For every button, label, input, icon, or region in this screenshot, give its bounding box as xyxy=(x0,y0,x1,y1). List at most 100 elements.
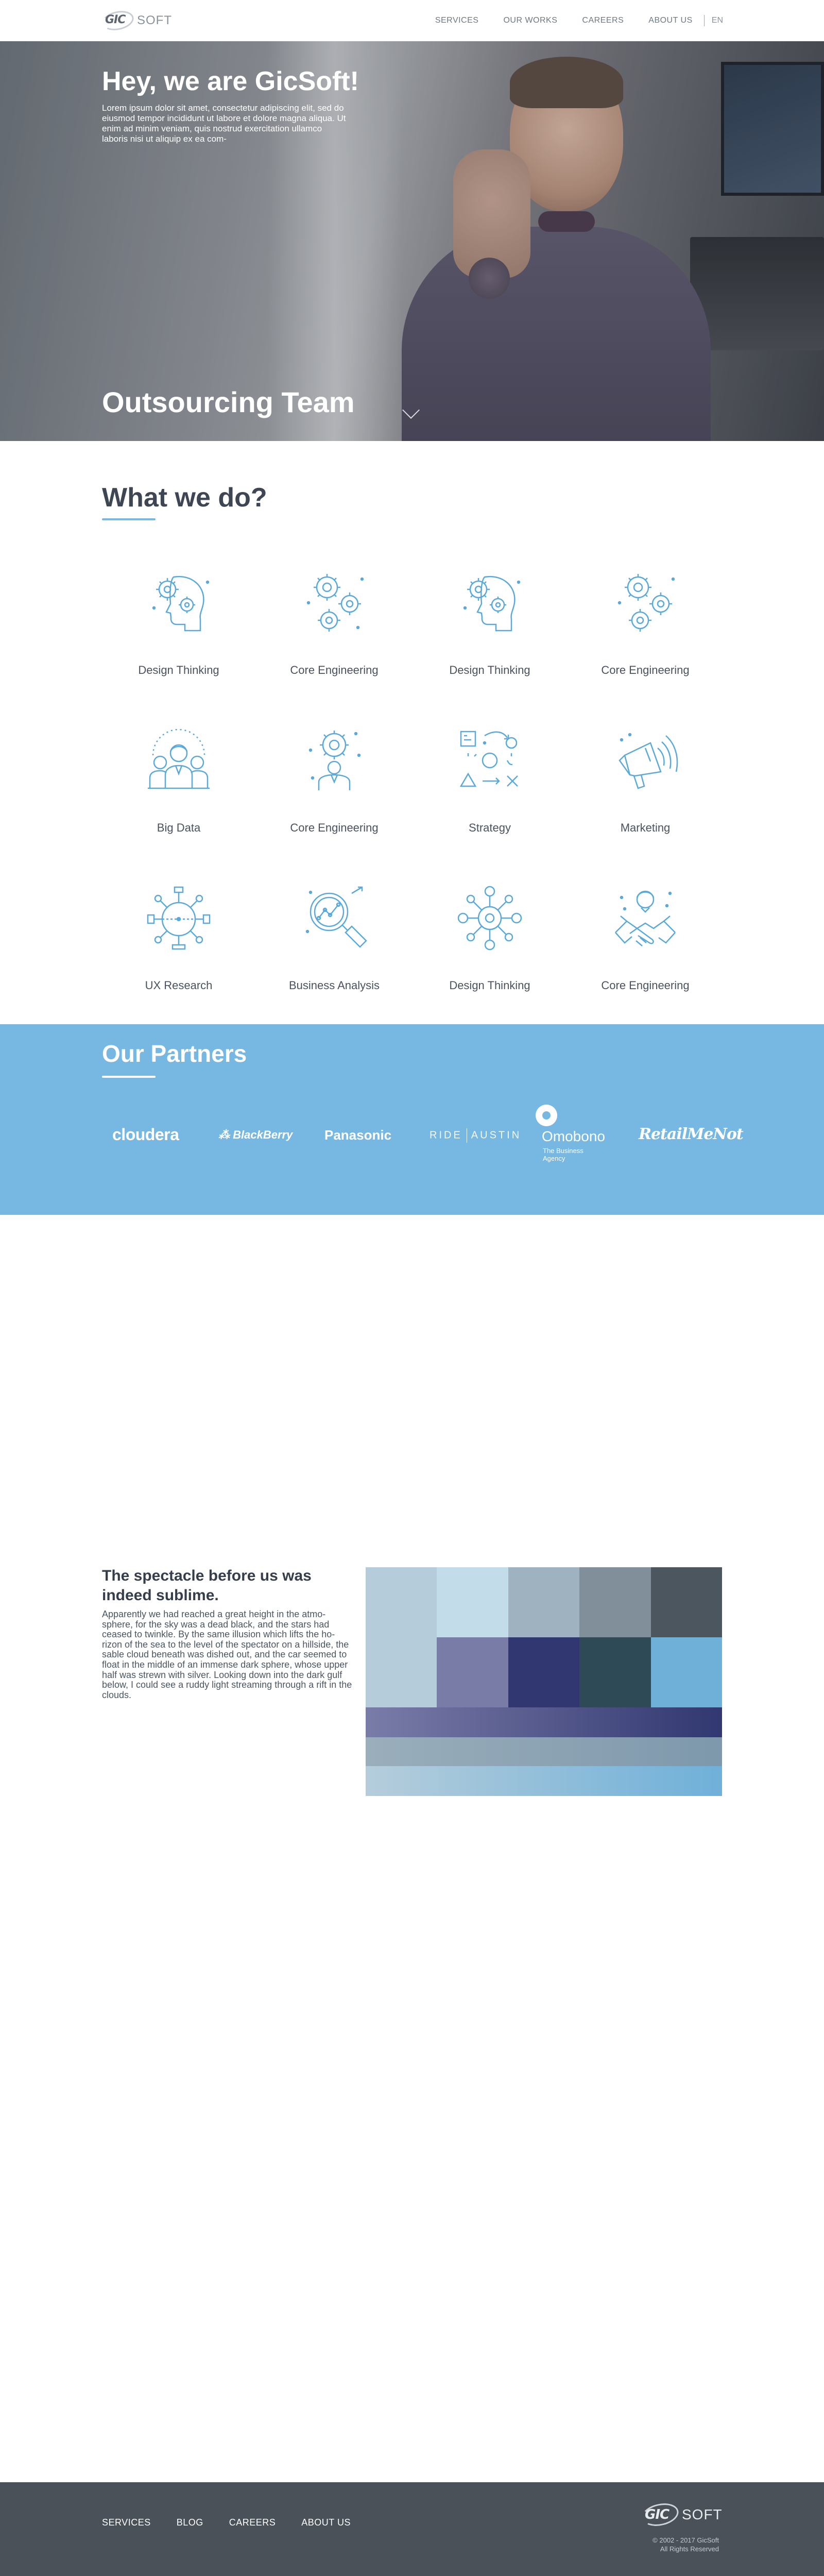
omobono-logo: Omobono The Business Agency xyxy=(536,1105,618,1166)
blackberry-logo-text: BlackBerry xyxy=(233,1128,293,1141)
head-gears-icon xyxy=(152,575,210,632)
cloudera-logo: cloudera xyxy=(112,1125,179,1144)
service-label: Strategy xyxy=(469,821,511,834)
footer-link-services[interactable]: SERVICES xyxy=(102,2517,151,2528)
palette-swatch xyxy=(651,1567,722,1637)
service-label: Core Engineering xyxy=(290,821,379,834)
nav-link-services[interactable]: SERVICES xyxy=(435,16,479,25)
service-label: Business Analysis xyxy=(288,979,380,992)
person-gear-icon xyxy=(308,731,361,790)
connections-icon xyxy=(457,886,522,951)
service-label: Core Engineering xyxy=(601,664,690,676)
nav-link-our-works[interactable]: OUR WORKS xyxy=(503,16,557,25)
head-gears-icon xyxy=(463,575,521,632)
palette-gradient-band xyxy=(366,1766,722,1796)
hero-overlay xyxy=(0,41,824,441)
logo-soft-text: SOFT xyxy=(137,13,172,27)
article-body: Apparently we had reached a great height… xyxy=(102,1609,352,1700)
palette-swatch xyxy=(651,1637,722,1707)
gears-icon xyxy=(617,574,675,632)
service-label: Core Engineering xyxy=(601,979,690,992)
partners-section: Our Partners cloudera ⁂ BlackBerry Panas… xyxy=(0,1024,824,1215)
hero-text: Lorem ipsum dolor sit amet, consectetur … xyxy=(102,103,346,144)
footer-logo-soft-text: SOFT xyxy=(682,2506,723,2522)
gears-icon xyxy=(306,574,364,632)
service-label: Design Thinking xyxy=(449,979,530,992)
copyright-line-2: All Rights Reserved xyxy=(660,2545,719,2553)
service-item[interactable]: Strategy xyxy=(412,714,568,869)
service-label: Core Engineering xyxy=(290,664,379,676)
copyright: © 2002 - 2017 GicSoft All Rights Reserve… xyxy=(616,2536,719,2553)
magnifier-chart-icon xyxy=(305,886,367,948)
what-we-do-underline xyxy=(102,518,156,520)
copyright-line-1: © 2002 - 2017 GicSoft xyxy=(653,2536,719,2544)
footer: SERVICES BLOG CAREERS ABOUT US GIC SOFT … xyxy=(0,2482,824,2576)
logo-gic-text: GIC xyxy=(105,13,126,26)
panasonic-logo: Panasonic xyxy=(324,1127,392,1143)
omobono-dot-icon xyxy=(536,1105,557,1126)
service-label: Marketing xyxy=(620,821,671,834)
what-we-do-title: What we do? xyxy=(102,483,267,513)
service-item[interactable]: Big Data xyxy=(101,714,256,869)
palette-swatch xyxy=(437,1637,508,1707)
service-item[interactable]: Design Thinking xyxy=(412,556,568,711)
language-switch[interactable]: EN xyxy=(712,16,723,25)
ride-austin-logo-left: RIDE xyxy=(430,1129,462,1141)
service-label: Big Data xyxy=(157,821,201,834)
palette-gradient-band xyxy=(366,1737,722,1766)
nav-divider xyxy=(703,15,705,26)
hero-banner: Hey, we are GicSoft! Lorem ipsum dolor s… xyxy=(0,41,824,441)
footer-link-about-us[interactable]: ABOUT US xyxy=(301,2517,351,2528)
blackberry-mark-icon: ⁂ xyxy=(218,1128,233,1141)
partners-title: Our Partners xyxy=(102,1040,247,1067)
service-item[interactable]: Core Engineering xyxy=(256,714,412,869)
service-item[interactable]: UX Research xyxy=(101,872,256,1026)
ride-austin-logo-right: AUSTIN xyxy=(471,1129,522,1141)
palette-swatch xyxy=(366,1637,437,1707)
nav-link-careers[interactable]: CAREERS xyxy=(582,16,624,25)
footer-link-careers[interactable]: CAREERS xyxy=(229,2517,276,2528)
omobono-logo-text: Omobono xyxy=(542,1128,605,1144)
palette-swatch xyxy=(508,1567,579,1637)
service-item[interactable]: Business Analysis xyxy=(256,872,412,1026)
service-item[interactable]: Core Engineering xyxy=(568,872,723,1026)
gicsoft-logo[interactable]: GIC SOFT xyxy=(100,8,172,33)
service-item[interactable]: Marketing xyxy=(568,714,723,869)
service-item[interactable]: Design Thinking xyxy=(101,556,256,711)
article-title: The spectacle before us was indeed subli… xyxy=(102,1567,312,1604)
footer-links: SERVICES BLOG CAREERS ABOUT US xyxy=(102,2517,376,2528)
ride-austin-logo: RIDE AUSTIN xyxy=(430,1128,521,1143)
palette-gradient-band xyxy=(366,1707,722,1737)
retailmenot-logo: RetailMeNot xyxy=(639,1125,744,1143)
logo-mark: GIC xyxy=(100,8,136,33)
palette-swatch xyxy=(579,1567,651,1637)
nav-links: SERVICES OUR WORKS CAREERS ABOUT US EN xyxy=(410,0,723,41)
palette-swatch xyxy=(437,1567,508,1637)
service-label: UX Research xyxy=(145,979,213,992)
color-palette xyxy=(366,1567,722,1796)
services-grid: Design Thinking Core Engineering Design … xyxy=(101,556,723,1020)
palette-swatch xyxy=(579,1637,651,1707)
hero-subtitle: Outsourcing Team xyxy=(102,386,355,418)
service-item[interactable]: Design Thinking xyxy=(412,872,568,1026)
blackberry-logo: ⁂ BlackBerry xyxy=(218,1128,293,1142)
hero-title: Hey, we are GicSoft! xyxy=(102,66,359,96)
omobono-logo-subtext: The Business Agency xyxy=(543,1147,583,1162)
footer-link-blog[interactable]: BLOG xyxy=(177,2517,203,2528)
top-nav: GIC SOFT SERVICES OUR WORKS CAREERS ABOU… xyxy=(0,0,824,41)
megaphone-icon xyxy=(619,733,678,789)
service-item[interactable]: Core Engineering xyxy=(568,556,723,711)
network-globe-icon xyxy=(147,886,211,950)
service-label: Design Thinking xyxy=(449,664,530,676)
service-label: Design Thinking xyxy=(138,664,219,676)
team-icon xyxy=(148,728,210,789)
handshake-icon xyxy=(615,890,676,946)
footer-logo-gic-text: GIC xyxy=(645,2507,670,2522)
palette-swatch xyxy=(508,1637,579,1707)
nav-link-about-us[interactable]: ABOUT US xyxy=(648,16,693,25)
strategy-icon xyxy=(459,731,518,787)
footer-gicsoft-logo[interactable]: GIC SOFT xyxy=(640,2500,723,2530)
partners-underline xyxy=(102,1076,156,1078)
palette-swatch xyxy=(366,1567,437,1637)
service-item[interactable]: Core Engineering xyxy=(256,556,412,711)
